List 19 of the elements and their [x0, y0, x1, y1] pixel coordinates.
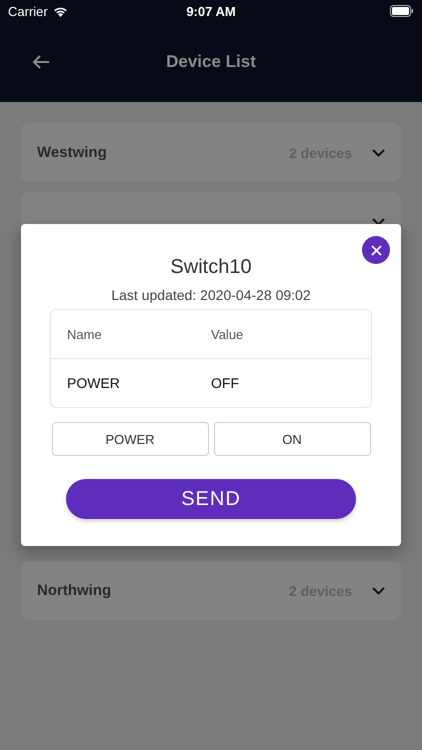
- carrier-label: Carrier: [8, 4, 48, 18]
- picker-button[interactable]: ON: [214, 422, 370, 456]
- send-button[interactable]: SEND: [66, 479, 356, 519]
- clock: 9:07 AM: [186, 4, 236, 18]
- close-button[interactable]: [362, 236, 390, 264]
- group-name: Westwing: [37, 144, 107, 161]
- wifi-icon: [52, 6, 68, 16]
- last-updated-text: Last updated: 2020-04-28 09:02: [111, 287, 311, 303]
- table-cell-text: OFF: [211, 375, 240, 391]
- table-cell-text: POWER: [67, 375, 121, 391]
- battery-icon: [390, 5, 414, 17]
- dialog-title: Switch10: [170, 256, 252, 279]
- column-header: Value: [211, 326, 244, 342]
- close-icon: [370, 244, 382, 256]
- column-header: Name: [67, 326, 103, 342]
- group-name: Northwing: [37, 582, 112, 599]
- back-arrow-icon: [32, 54, 50, 70]
- page-title: Device List: [166, 52, 256, 72]
- picker-button[interactable]: POWER: [52, 422, 208, 456]
